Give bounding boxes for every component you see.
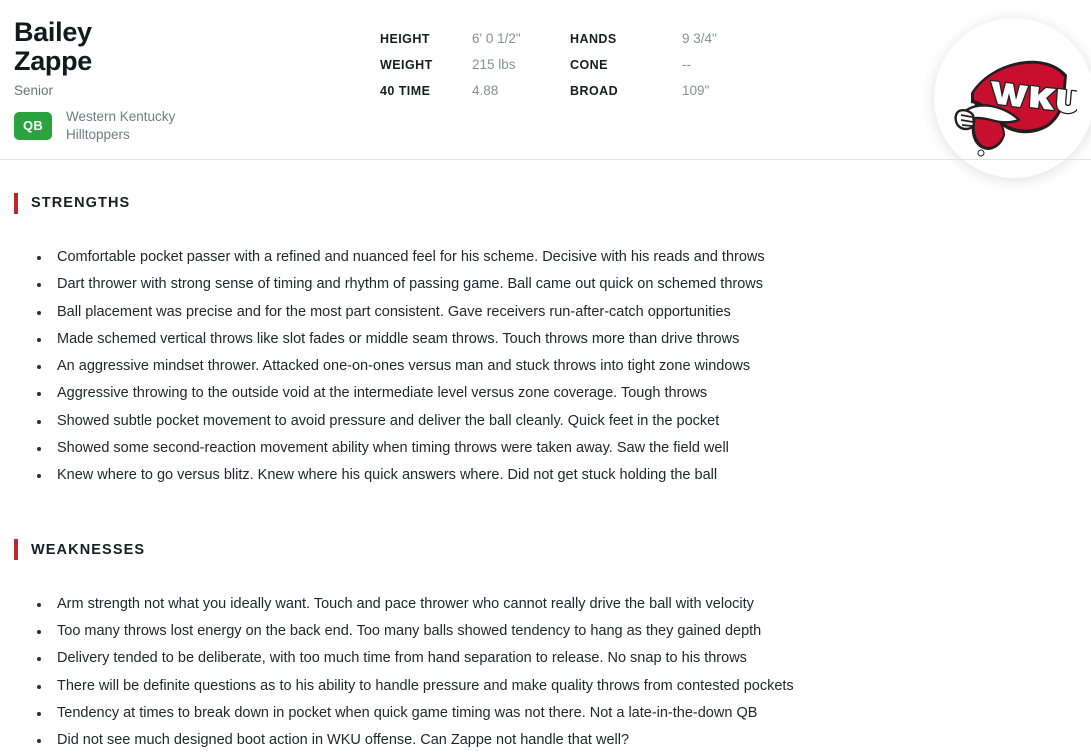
player-header: Bailey Zappe Senior QB Western Kentucky … xyxy=(0,0,1091,178)
list-item: Showed subtle pocket movement to avoid p… xyxy=(0,408,1091,435)
list-item: Comfortable pocket passer with a refined… xyxy=(0,244,1091,271)
team-row: QB Western Kentucky Hilltoppers xyxy=(14,108,354,144)
section-accent-bar xyxy=(14,192,18,214)
player-class-year: Senior xyxy=(14,82,54,98)
measurement-label-cone: CONE xyxy=(570,58,608,72)
wku-flag-logo-icon xyxy=(954,60,1077,157)
team-logo xyxy=(934,18,1091,178)
weaknesses-list: Arm strength not what you ideally want. … xyxy=(0,591,1091,755)
measurement-value-40-time: 4.88 xyxy=(472,83,499,98)
list-item: There will be definite questions as to h… xyxy=(0,673,1091,700)
list-item: Knew where to go versus blitz. Knew wher… xyxy=(0,462,1091,489)
measurement-value-weight: 215 lbs xyxy=(472,57,516,72)
list-item: Dart thrower with strong sense of timing… xyxy=(0,271,1091,298)
scouting-report-content: STRENGTHS Comfortable pocket passer with… xyxy=(0,160,1091,754)
section-accent-bar xyxy=(14,539,18,561)
list-item: An aggressive mindset thrower. Attacked … xyxy=(0,353,1091,380)
strengths-header: STRENGTHS xyxy=(0,192,1091,214)
weaknesses-section: WEAKNESSES Arm strength not what you ide… xyxy=(0,539,1091,755)
measurement-value-cone: -- xyxy=(682,57,691,72)
page-title: Bailey Zappe xyxy=(14,17,93,76)
position-badge: QB xyxy=(14,111,52,140)
player-identity: Bailey Zappe Senior QB Western Kentucky … xyxy=(14,18,354,144)
weaknesses-title: WEAKNESSES xyxy=(31,541,146,558)
list-item: Did not see much designed boot action in… xyxy=(0,727,1091,754)
measurement-value-broad: 109" xyxy=(682,83,710,98)
list-item: Delivery tended to be deliberate, with t… xyxy=(0,645,1091,672)
list-item: Ball placement was precise and for the m… xyxy=(0,299,1091,326)
strengths-list: Comfortable pocket passer with a refined… xyxy=(0,244,1091,490)
team-name: Western Kentucky Hilltoppers xyxy=(66,108,176,142)
measurement-label-broad: BROAD xyxy=(570,84,619,98)
measurement-label-height: HEIGHT xyxy=(380,32,430,46)
list-item: Showed some second-reaction movement abi… xyxy=(0,435,1091,462)
measurement-label-40-time: 40 TIME xyxy=(380,84,431,98)
list-item: Aggressive throwing to the outside void … xyxy=(0,380,1091,407)
list-item: Made schemed vertical throws like slot f… xyxy=(0,326,1091,353)
strengths-title: STRENGTHS xyxy=(31,195,131,211)
measurement-value-height: 6' 0 1/2" xyxy=(472,31,521,46)
measurement-value-hands: 9 3/4" xyxy=(682,31,717,46)
list-item: Arm strength not what you ideally want. … xyxy=(0,591,1091,618)
list-item: Too many throws lost energy on the back … xyxy=(0,618,1091,645)
strengths-section: STRENGTHS Comfortable pocket passer with… xyxy=(0,192,1091,490)
weaknesses-header: WEAKNESSES xyxy=(0,539,1091,561)
measurement-label-hands: HANDS xyxy=(570,32,617,46)
measurement-label-weight: WEIGHT xyxy=(380,58,433,72)
measurements-grid: HEIGHT 6' 0 1/2" HANDS 9 3/4" WEIGHT 215… xyxy=(380,26,717,104)
list-item: Tendency at times to break down in pocke… xyxy=(0,700,1091,727)
